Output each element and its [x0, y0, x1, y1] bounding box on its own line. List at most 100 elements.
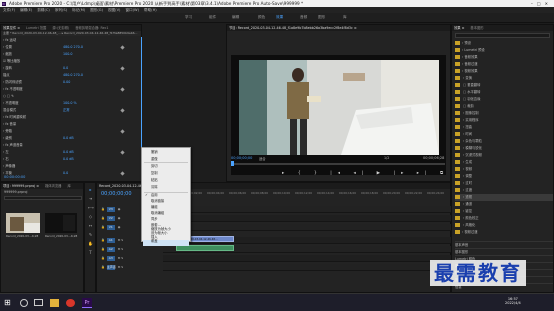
track-header-A1[interactable]: 🔒 A1 M S: [101, 237, 123, 244]
effect-row-label[interactable]: › fx 不透明度: [3, 87, 23, 92]
hand-icon[interactable]: ✋: [88, 241, 93, 246]
project-tab-0[interactable]: 项目: 999999.prproj ≡: [3, 184, 39, 188]
track-name[interactable]: 主声道: [106, 265, 116, 270]
track-lock-icon[interactable]: 🔒: [101, 225, 105, 229]
menu-item-5[interactable]: 图形(G): [90, 8, 103, 12]
track-header-A2[interactable]: 🔒 A2 M S: [101, 246, 123, 253]
file-explorer-icon[interactable]: [50, 299, 59, 307]
effects-tree-item[interactable]: › 过时: [455, 180, 553, 187]
start-icon[interactable]: ⊞: [4, 298, 13, 307]
workspace-tab-1[interactable]: 组件: [209, 15, 216, 20]
context-menu-item[interactable]: 编组: [151, 205, 158, 210]
menu-item-2[interactable]: 剪辑(C): [37, 8, 50, 12]
project-thumb-1[interactable]: [6, 213, 40, 233]
slip-icon[interactable]: ↔: [88, 223, 93, 228]
track-toggle-icon[interactable]: M S: [118, 238, 123, 242]
track-lock-icon[interactable]: 🔒: [101, 256, 105, 260]
track-lock-icon[interactable]: 🔒: [101, 238, 105, 242]
timeline-ruler[interactable]: 00;0000;00;02;0000;00;04;0000;00;06;0000…: [163, 191, 451, 199]
effect-row-label[interactable]: › fx 运动: [3, 38, 16, 43]
effects-tree-item[interactable]: › 时间: [455, 131, 553, 138]
effects-tree-item[interactable]: □ 垂直翻转: [455, 82, 553, 89]
track-name[interactable]: V3: [106, 207, 115, 212]
track-lock-icon[interactable]: 🔒: [101, 207, 105, 211]
task-view-icon[interactable]: [34, 299, 43, 306]
effect-row-label[interactable]: › fx 音量: [3, 122, 16, 127]
effects-tree-item[interactable]: › 视频: [455, 166, 553, 173]
effects-tab-1[interactable]: 基本图形: [470, 26, 483, 30]
type-icon[interactable]: T: [88, 250, 93, 255]
effect-row-label[interactable]: › 级别: [3, 136, 12, 141]
track-toggle-icon[interactable]: M S: [118, 265, 123, 269]
track-lock-icon[interactable]: 🔒: [101, 247, 105, 251]
browser-icon[interactable]: [66, 299, 75, 307]
effects-tree-item[interactable]: › 生成: [455, 159, 553, 166]
effects-tree-item[interactable]: › 变换: [455, 75, 553, 82]
effect-row-label[interactable]: ☑ 等比缩放: [3, 59, 20, 64]
effects-tree-item[interactable]: › 透视: [455, 194, 553, 201]
program-playhead[interactable]: [231, 161, 234, 166]
effect-row-label[interactable]: › fx 时间重映射: [3, 115, 26, 120]
effect-row-label[interactable]: › 左: [3, 150, 9, 155]
track-name[interactable]: V1: [106, 225, 115, 230]
keyframe-icon[interactable]: [120, 108, 125, 113]
effects-tree-item[interactable]: › 音频过渡: [455, 61, 553, 68]
effect-row-label[interactable]: › 位置: [3, 45, 12, 50]
effects-tree-item[interactable]: › 图像控制: [455, 110, 553, 117]
effects-tree-item[interactable]: › 视频效果: [455, 68, 553, 75]
effects-tree-item[interactable]: › 杂色与颗粒: [455, 138, 553, 145]
effects-tree-item[interactable]: › 键控: [455, 208, 553, 215]
track-select-icon[interactable]: ⇥: [88, 196, 93, 201]
context-menu-item[interactable]: 清除: [151, 185, 158, 190]
track-header-V3[interactable]: 🔒 V3 ◉: [101, 206, 120, 213]
menu-item-7[interactable]: 窗口(W): [125, 8, 139, 12]
menu-item-1[interactable]: 编辑(E): [20, 8, 32, 12]
effect-row-value[interactable]: 100.0 %: [63, 101, 77, 106]
effects-tree-item[interactable]: › 过渡: [455, 187, 553, 194]
project-thumb-2[interactable]: [45, 213, 77, 233]
effect-row-value[interactable]: 480.0 270.0: [63, 73, 83, 78]
track-name[interactable]: A2: [106, 247, 115, 252]
context-menu-item[interactable]: 同步: [151, 217, 158, 222]
keyframe-icon[interactable]: [120, 66, 125, 71]
effect-row-value[interactable]: 480.0 270.0: [63, 45, 83, 50]
menu-item-6[interactable]: 视图(V): [108, 8, 120, 12]
effect-row-value[interactable]: 0.0 dB: [63, 157, 74, 162]
workspace-tab-3[interactable]: 颜色: [258, 15, 265, 20]
context-menu-item[interactable]: 复制: [151, 171, 158, 176]
effects-tree-item[interactable]: › 颜色校正: [455, 215, 553, 222]
menu-item-3[interactable]: 序列(S): [55, 8, 67, 12]
keyframe-icon[interactable]: [120, 150, 125, 155]
workspace-tab-6[interactable]: 图形: [318, 15, 325, 20]
effects-tree-item[interactable]: › 实用程序: [455, 117, 553, 124]
menu-item-8[interactable]: 帮助(H): [144, 8, 157, 12]
effect-row-value[interactable]: 100.0: [63, 52, 72, 57]
effect-row-label[interactable]: 混合模式: [3, 108, 16, 113]
effects-tree-item[interactable]: › 预设: [455, 40, 553, 47]
keyframe-icon[interactable]: [120, 87, 125, 92]
project-tab-2[interactable]: 库: [67, 184, 70, 188]
track-toggle-icon[interactable]: M S: [118, 247, 123, 251]
effects-tree-item[interactable]: › 模糊与锐化: [455, 145, 553, 152]
track-header-V1[interactable]: 🔒 V1 ◉: [101, 224, 120, 231]
track-name[interactable]: V2: [106, 216, 115, 221]
razor-icon[interactable]: ◇: [88, 214, 93, 219]
context-menu-item[interactable]: 取消链接: [151, 199, 164, 204]
keyframe-icon[interactable]: [120, 45, 125, 50]
context-menu-item[interactable]: 重做: [151, 157, 158, 162]
effect-row-label[interactable]: › 右: [3, 157, 9, 162]
effect-row-label[interactable]: › 旋转: [3, 66, 12, 71]
effect-row-value[interactable]: 0.0 dB: [63, 136, 74, 141]
effect-row-value[interactable]: 0.0 dB: [63, 150, 74, 155]
workspace-tab-2[interactable]: 编辑: [232, 15, 239, 20]
effects-search-input[interactable]: [455, 33, 550, 38]
effect-controls-timecode[interactable]: 00:00:00:00: [4, 175, 25, 179]
context-menu-item[interactable]: 覆盖: [151, 239, 158, 244]
effect-row-label[interactable]: ○ □ ✎: [3, 94, 14, 99]
track-lane[interactable]: [163, 255, 451, 262]
workspace-tab-4[interactable]: 效果: [276, 15, 283, 20]
timeline-timecode[interactable]: 00;00;00;00: [101, 191, 132, 197]
effects-tree-item[interactable]: › 通道: [455, 201, 553, 208]
effect-controls-tab-2[interactable]: 源:(无剪辑): [52, 26, 69, 30]
track-toggle-icon[interactable]: ◉: [118, 225, 121, 229]
